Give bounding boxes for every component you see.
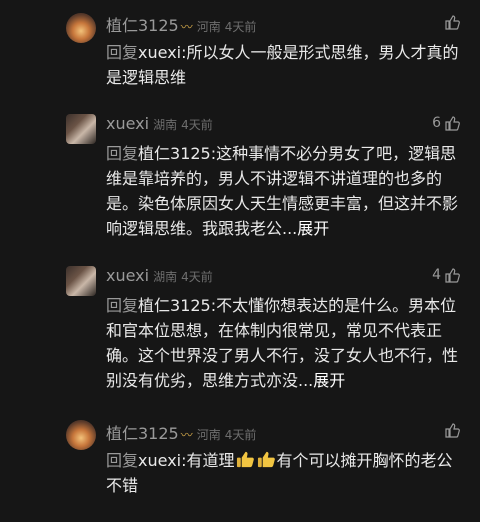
reply-prefix: 回复	[106, 43, 139, 62]
reply-prefix: 回复	[106, 451, 139, 470]
thumbs-up-icon	[445, 116, 460, 131]
comment-header: xuexi 湖南 4天前	[106, 266, 213, 285]
thumbs-up-emoji	[236, 451, 254, 468]
comment-body: 回复植仁3125:不太懂你想表达的是什么。男本位和官本位思想，在体制内很常见，常…	[106, 293, 462, 393]
avatar[interactable]	[66, 13, 96, 43]
comment-header: xuexi 湖南 4天前	[106, 114, 213, 133]
thumbs-up-icon	[445, 423, 460, 438]
location: 湖南	[153, 118, 178, 132]
reply-target[interactable]: 植仁3125	[138, 296, 211, 315]
avatar[interactable]	[66, 266, 96, 296]
reply-target[interactable]: 植仁3125	[138, 144, 211, 163]
comment-body: 回复xuexi:所以女人一般是形式思维，男人才真的是逻辑思维	[106, 40, 462, 90]
avatar[interactable]	[66, 420, 96, 450]
username[interactable]: 植仁3125	[106, 16, 179, 35]
comment-header: 植仁3125 〰河南 4天前	[106, 420, 256, 444]
reply-target[interactable]: xuexi	[138, 451, 181, 470]
like-count: 6	[432, 115, 441, 131]
like-button[interactable]	[441, 422, 460, 438]
timestamp: 4天前	[181, 118, 213, 132]
expand-link[interactable]: 展开	[297, 219, 329, 238]
comment-body: 回复xuexi:有道理 有个可以摊开胸怀的老公不错	[106, 448, 462, 498]
username[interactable]: xuexi	[106, 114, 149, 133]
timestamp: 4天前	[181, 270, 213, 284]
location: 河南	[196, 428, 221, 442]
comment-body: 回复植仁3125:这种事情不必分男女了吧，逻辑思维是靠培养的，男人不讲逻辑不讲道…	[106, 141, 462, 241]
thumbs-up-icon	[445, 268, 460, 283]
comment-header: 植仁3125 〰河南 4天前	[106, 12, 256, 36]
thumbs-up-emoji	[257, 451, 275, 468]
reply-prefix: 回复	[106, 144, 139, 163]
timestamp: 4天前	[224, 428, 257, 442]
timestamp: 4天前	[224, 20, 257, 34]
username[interactable]: 植仁3125	[106, 424, 179, 443]
like-button[interactable]	[441, 14, 460, 30]
location: 湖南	[153, 270, 178, 284]
like-button[interactable]: 6	[432, 115, 460, 131]
reply-target[interactable]: xuexi	[138, 43, 181, 62]
location: 河南	[196, 20, 221, 34]
avatar[interactable]	[66, 114, 96, 144]
reply-prefix: 回复	[106, 296, 139, 315]
expand-link[interactable]: 展开	[313, 371, 345, 390]
comment-text: :有道理	[181, 451, 235, 470]
username[interactable]: xuexi	[106, 266, 149, 285]
badge-icon: 〰	[180, 20, 193, 34]
badge-icon: 〰	[180, 428, 193, 442]
like-count: 4	[432, 267, 441, 283]
like-button[interactable]: 4	[432, 267, 460, 283]
thumbs-up-icon	[445, 15, 460, 30]
